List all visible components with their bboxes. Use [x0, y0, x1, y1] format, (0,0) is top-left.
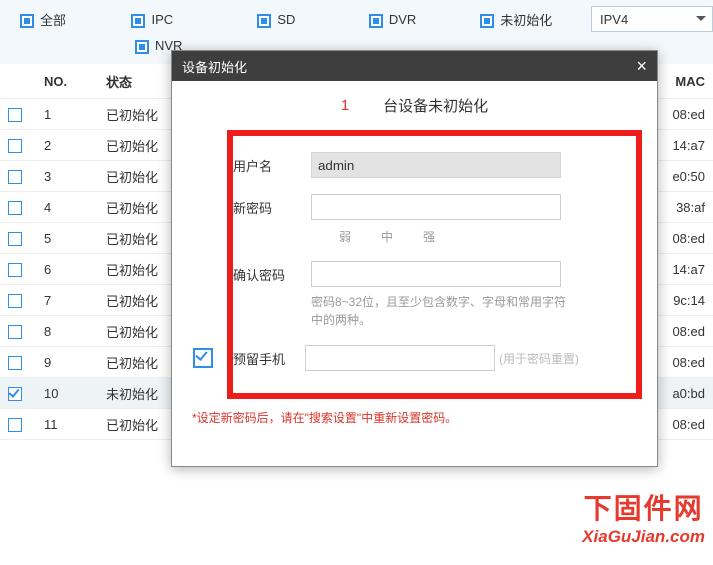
filter-ipc[interactable]: IPC [111, 12, 237, 27]
row-checkbox[interactable] [8, 325, 22, 339]
cell-no: 2 [36, 130, 98, 161]
ip-version-select[interactable]: IPV4 [591, 6, 713, 32]
filter-label: 全部 [40, 10, 66, 29]
watermark-cn: 下固件网 [582, 487, 705, 527]
row-checkbox[interactable] [8, 108, 22, 122]
row-checkbox[interactable] [8, 418, 22, 432]
col-no: NO. [36, 64, 98, 99]
filter-dvr[interactable]: DVR [349, 12, 460, 27]
dialog-title: 设备初始化 [182, 57, 247, 76]
phone-side-hint: (用于密码重置) [499, 350, 579, 367]
dialog-titlebar[interactable]: 设备初始化 × [172, 51, 657, 81]
device-init-dialog: 设备初始化 × 1 台设备未初始化 用户名 新密码 弱 中 强 确认密码 [171, 50, 658, 467]
row-checkbox[interactable] [8, 201, 22, 215]
checkbox-icon [257, 14, 271, 28]
pwd-hint: 密码8~32位，且至少包含数字、字母和常用字符中的两种。 [311, 293, 571, 329]
row-checkbox[interactable] [8, 387, 22, 401]
checkbox-icon [369, 14, 383, 28]
strength-weak: 弱 [339, 228, 351, 245]
cell-no: 4 [36, 192, 98, 223]
username-field [311, 152, 561, 178]
watermark-en: XiaGuJian.com [582, 527, 705, 547]
filter-sd[interactable]: SD [237, 12, 348, 27]
uninit-count: 1 [341, 97, 349, 114]
newpwd-label: 新密码 [233, 194, 311, 217]
strength-strong: 强 [423, 228, 435, 245]
confirmpwd-label: 确认密码 [233, 261, 311, 284]
cell-no: 6 [36, 254, 98, 285]
cell-no: 7 [36, 285, 98, 316]
highlight-box: 用户名 新密码 弱 中 强 确认密码 密码8~32位，且至少包含数字、字母和常用… [227, 130, 642, 399]
filter-all[interactable]: 全部 [0, 10, 111, 29]
cell-no: 1 [36, 99, 98, 130]
checkbox-icon [135, 40, 149, 54]
uninit-count-suffix: 台设备未初始化 [383, 95, 488, 116]
confirmpwd-field[interactable] [311, 261, 561, 287]
phone-label: 预留手机 [233, 349, 305, 368]
pwd-strength: 弱 中 强 [339, 228, 622, 245]
filter-uninit[interactable]: 未初始化 [460, 10, 591, 29]
select-value: IPV4 [600, 12, 628, 27]
close-icon[interactable]: × [636, 57, 647, 75]
cell-no: 9 [36, 347, 98, 378]
row-checkbox[interactable] [8, 139, 22, 153]
checkbox-icon [131, 14, 145, 28]
cell-no: 11 [36, 409, 98, 440]
reserve-phone-checkbox[interactable] [193, 348, 213, 368]
filter-label: SD [277, 12, 295, 27]
row-checkbox[interactable] [8, 170, 22, 184]
phone-field[interactable] [305, 345, 495, 371]
cell-no: 10 [36, 378, 98, 409]
strength-mid: 中 [381, 228, 393, 245]
checkbox-icon [20, 14, 34, 28]
row-checkbox[interactable] [8, 294, 22, 308]
cell-no: 3 [36, 161, 98, 192]
watermark: 下固件网 XiaGuJian.com [582, 487, 705, 547]
filter-label: DVR [389, 12, 416, 27]
row-checkbox[interactable] [8, 263, 22, 277]
filter-label: 未初始化 [500, 10, 552, 29]
cell-no: 8 [36, 316, 98, 347]
cell-no: 5 [36, 223, 98, 254]
dialog-subtitle: 1 台设备未初始化 [172, 81, 657, 124]
dialog-footnote: *设定新密码后，请在"搜索设置"中重新设置密码。 [192, 409, 657, 426]
username-label: 用户名 [233, 152, 311, 175]
checkbox-icon [480, 14, 494, 28]
filter-label: IPC [151, 12, 173, 27]
row-checkbox[interactable] [8, 356, 22, 370]
newpwd-field[interactable] [311, 194, 561, 220]
row-checkbox[interactable] [8, 232, 22, 246]
